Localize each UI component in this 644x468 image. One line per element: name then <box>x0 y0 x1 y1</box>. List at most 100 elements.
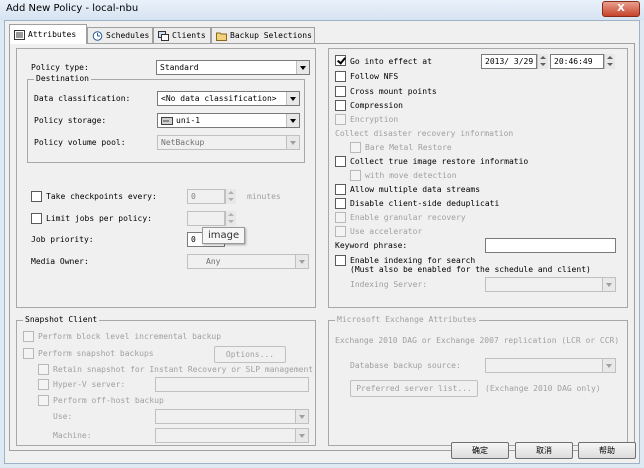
encryption-label: Encryption <box>350 115 399 124</box>
disable-dedup-checkbox[interactable] <box>335 198 346 209</box>
enable-granular-checkbox[interactable] <box>335 212 346 223</box>
effective-time-value: 20:46:49 <box>554 57 593 66</box>
offhost-backup-label: Perform off-host backup <box>53 396 164 405</box>
take-checkpoints-checkbox[interactable] <box>31 191 42 202</box>
effective-date-input[interactable]: 2013/ 3/29 <box>481 54 537 69</box>
disable-dedup-label: Disable client-side deduplicati <box>350 199 500 208</box>
folder-icon <box>216 32 227 41</box>
effective-time-input[interactable]: 20:46:49 <box>550 54 604 69</box>
compression-label: Compression <box>350 101 403 110</box>
chevron-down-icon <box>602 359 615 372</box>
checkpoints-spinner[interactable] <box>225 189 236 204</box>
tab-schedules[interactable]: Schedules <box>87 27 153 44</box>
limit-jobs-input[interactable] <box>187 211 225 226</box>
snapshot-options-button[interactable]: Options... <box>214 346 286 363</box>
snapshot-backups-label: Perform snapshot backups <box>38 349 154 358</box>
policy-volume-pool-select[interactable]: NetBackup <box>157 135 300 150</box>
tab-attributes-label: Attributes <box>28 30 77 39</box>
attributes-icon <box>14 30 25 40</box>
title-bar[interactable]: Add New Policy - local-nbu X <box>0 0 644 20</box>
attributes-panel: Policy type: Standard Destination Data c… <box>9 43 635 451</box>
data-classification-select[interactable]: <No data classification> <box>157 91 300 106</box>
help-button[interactable]: 帮助 <box>578 442 636 459</box>
storage-unit-icon <box>161 117 173 125</box>
indexing-note: (Must also be enabled for the schedule a… <box>350 265 591 274</box>
db-backup-source-label: Database backup source: <box>350 361 461 370</box>
use-accelerator-label: Use accelerator <box>350 227 423 236</box>
offhost-backup-checkbox[interactable] <box>38 395 49 406</box>
checkpoints-interval-value: 0 <box>191 192 196 201</box>
snapshot-backups-checkbox[interactable] <box>23 348 34 359</box>
window-title: Add New Policy - local-nbu <box>6 3 139 14</box>
keyword-phrase-label: Keyword phrase: <box>335 241 408 250</box>
ok-button[interactable]: 确定 <box>451 442 509 459</box>
move-detection-label: with move detection <box>365 171 457 180</box>
snapshot-client-title: Snapshot Client <box>23 315 100 324</box>
tab-attributes[interactable]: Attributes <box>9 24 87 44</box>
snapshot-client-group: Snapshot Client Perform block level incr… <box>16 315 316 446</box>
follow-nfs-checkbox[interactable] <box>335 71 346 82</box>
effective-date-value: 2013/ 3/29 <box>485 57 534 66</box>
limit-jobs-spinner[interactable] <box>225 211 236 226</box>
limit-jobs-label: Limit jobs per policy: <box>46 214 152 223</box>
chevron-down-icon <box>286 136 299 149</box>
tab-schedules-label: Schedules <box>106 31 150 40</box>
clients-icon <box>158 31 169 41</box>
chevron-down-icon <box>296 61 309 74</box>
db-backup-source-select[interactable] <box>485 358 616 373</box>
policy-storage-value: uni-1 <box>176 116 201 125</box>
cancel-button[interactable]: 取消 <box>515 442 573 459</box>
policy-type-select[interactable]: Standard <box>156 60 310 75</box>
retain-snapshot-label: Retain snapshot for Instant Recovery or … <box>53 365 314 374</box>
keyword-phrase-input[interactable] <box>485 238 616 253</box>
allow-multiple-streams-checkbox[interactable] <box>335 184 346 195</box>
offhost-machine-select[interactable] <box>155 428 309 443</box>
move-detection-checkbox[interactable] <box>350 170 361 181</box>
cross-mount-points-checkbox[interactable] <box>335 86 346 97</box>
destination-title: Destination <box>34 74 91 83</box>
exchange-replication-text: Exchange 2010 DAG or Exchange 2007 repli… <box>335 336 620 345</box>
data-classification-value: <No data classification> <box>161 94 277 103</box>
schedules-icon <box>92 31 103 41</box>
destination-group: Destination Data classification: <No dat… <box>27 74 305 163</box>
enable-indexing-label: Enable indexing for search <box>350 256 476 265</box>
policy-storage-select[interactable]: uni-1 <box>157 113 300 128</box>
preferred-server-list-button[interactable]: Preferred server list... <box>350 380 478 397</box>
date-spinner[interactable] <box>537 54 548 69</box>
compression-checkbox[interactable] <box>335 100 346 111</box>
enable-indexing-checkbox[interactable] <box>335 255 346 266</box>
tab-clients[interactable]: Clients <box>153 27 211 44</box>
policy-type-label: Policy type: <box>31 63 89 72</box>
bare-metal-restore-label: Bare Metal Restore <box>365 143 452 152</box>
cross-mount-points-label: Cross mount points <box>350 87 437 96</box>
media-owner-select[interactable]: Any <box>187 254 309 269</box>
tab-backup-selections[interactable]: Backup Selections <box>211 27 315 44</box>
offhost-use-select[interactable] <box>155 409 309 424</box>
bare-metal-restore-checkbox[interactable] <box>350 142 361 153</box>
hyperv-server-input[interactable] <box>155 377 309 392</box>
job-priority-label: Job priority: <box>31 235 94 244</box>
data-classification-label: Data classification: <box>34 94 131 103</box>
chevron-down-icon <box>295 429 308 442</box>
policy-volume-pool-value: NetBackup <box>161 138 205 147</box>
encryption-checkbox[interactable] <box>335 114 346 125</box>
block-level-incremental-label: Perform block level incremental backup <box>38 332 222 341</box>
use-accelerator-checkbox[interactable] <box>335 226 346 237</box>
limit-jobs-checkbox[interactable] <box>31 213 42 224</box>
hyperv-server-checkbox[interactable] <box>38 379 49 390</box>
general-group: Policy type: Standard Destination Data c… <box>16 48 316 308</box>
policy-storage-label: Policy storage: <box>34 116 107 125</box>
indexing-server-select[interactable] <box>485 277 616 292</box>
checkpoints-interval-input[interactable]: 0 <box>187 189 225 204</box>
minutes-label: minutes <box>247 192 281 201</box>
media-owner-value: Any <box>206 257 221 266</box>
go-into-effect-checkbox[interactable] <box>335 55 346 66</box>
machine-label: Machine: <box>53 431 92 440</box>
close-button[interactable]: X <box>602 1 640 17</box>
collect-tir-checkbox[interactable] <box>335 156 346 167</box>
block-level-incremental-checkbox[interactable] <box>23 331 34 342</box>
policy-type-value: Standard <box>160 63 199 72</box>
time-spinner[interactable] <box>604 54 615 69</box>
retain-snapshot-checkbox[interactable] <box>38 364 49 375</box>
chevron-down-icon <box>286 114 299 127</box>
